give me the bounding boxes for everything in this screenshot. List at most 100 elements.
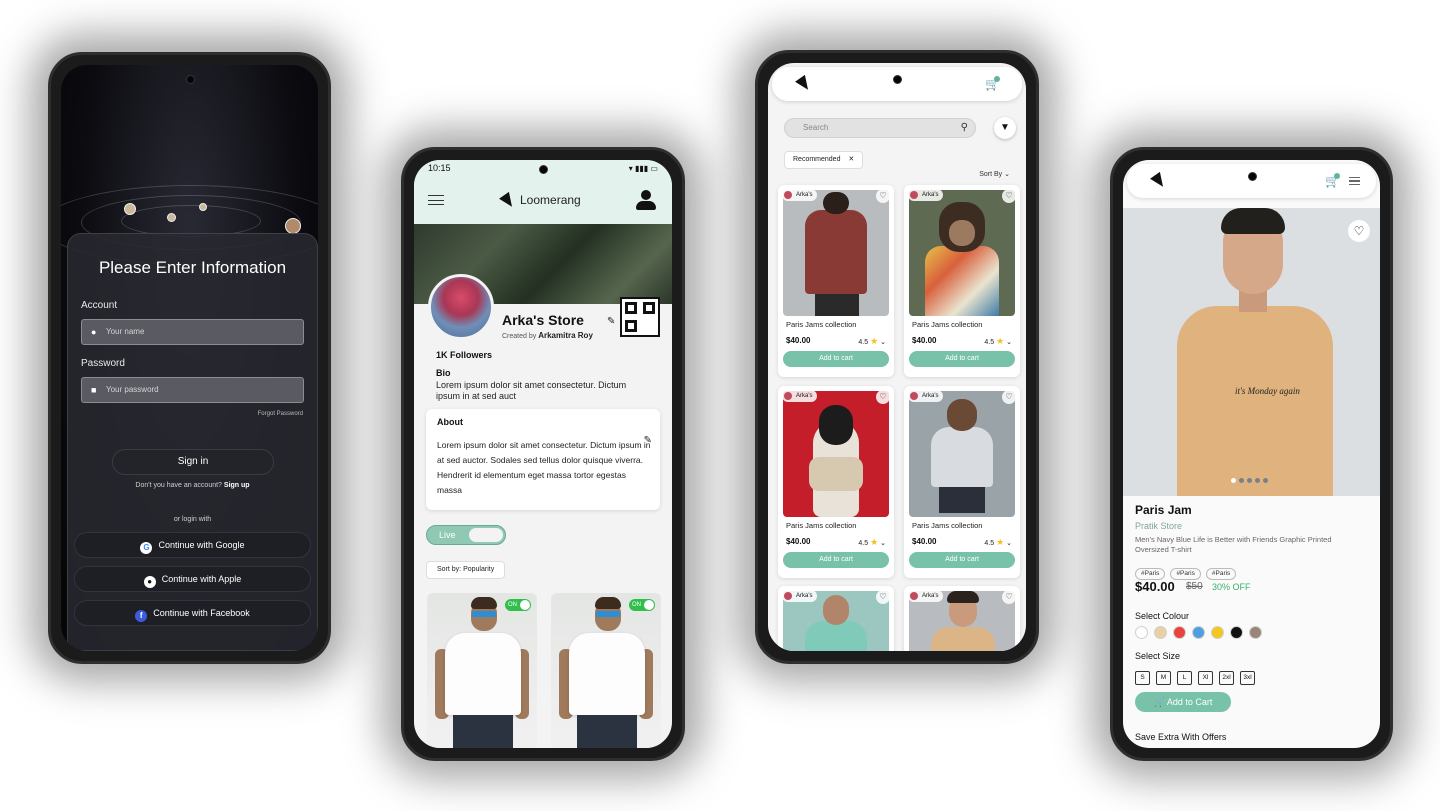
- hamburger-menu-icon[interactable]: [428, 195, 444, 205]
- product-card[interactable]: ON: [427, 593, 537, 748]
- colour-swatch[interactable]: [1211, 626, 1224, 639]
- loomerang-logo-icon: [795, 74, 813, 94]
- search-input[interactable]: Search ⚲: [784, 118, 976, 138]
- product-rating: 4.5 ★ ⌄: [858, 537, 886, 548]
- heart-icon[interactable]: ♡: [1002, 590, 1016, 604]
- carousel-dot[interactable]: [1231, 478, 1236, 483]
- product-title: Paris Jams collection: [786, 320, 857, 329]
- white-tshirt: [569, 633, 645, 715]
- heart-icon[interactable]: ♡: [1002, 390, 1016, 404]
- model-hair: [1221, 208, 1285, 234]
- star-icon: ★: [870, 336, 879, 346]
- add-to-cart-button[interactable]: Add to cart: [909, 552, 1015, 568]
- carousel-dot[interactable]: [1255, 478, 1260, 483]
- facebook-login-button[interactable]: f Continue with Facebook: [74, 600, 311, 626]
- carousel-dots[interactable]: [1231, 470, 1271, 488]
- product-price: $40.00: [1135, 579, 1175, 594]
- filter-icon[interactable]: ▼: [994, 117, 1016, 139]
- product-card[interactable]: Arka's ♡ Paris Jams collection $40.00 4.…: [904, 386, 1020, 578]
- password-input[interactable]: ■ Your password: [81, 377, 304, 403]
- chevron-down-icon[interactable]: ⌄: [1006, 339, 1012, 346]
- product-detail-screen: 🛒 it's Monday again ♡ Paris Jam Pratik S…: [1123, 160, 1380, 748]
- colour-swatch[interactable]: [1249, 626, 1262, 639]
- add-to-cart-button[interactable]: 🛒 Add to Cart: [1135, 692, 1231, 712]
- add-to-cart-button[interactable]: Add to cart: [909, 351, 1015, 367]
- sort-by-label: Sort By: [979, 171, 1003, 178]
- size-option[interactable]: 3xl: [1240, 671, 1255, 685]
- qr-code-icon[interactable]: [620, 297, 660, 337]
- product-description: Men's Navy Blue Life is Better with Frie…: [1135, 535, 1332, 554]
- chevron-down-icon[interactable]: ⌄: [1006, 540, 1012, 547]
- size-option[interactable]: L: [1177, 671, 1192, 685]
- search-icon[interactable]: ⚲: [961, 119, 968, 137]
- apple-login-button[interactable]: ● Continue with Apple: [74, 566, 311, 592]
- product-card[interactable]: Arka's ♡ Paris Jams collection $40.00 4.…: [778, 185, 894, 377]
- hashtag-chip[interactable]: #Paris: [1170, 568, 1201, 580]
- phone-product-detail: 🛒 it's Monday again ♡ Paris Jam Pratik S…: [1110, 147, 1393, 761]
- size-option[interactable]: Xl: [1198, 671, 1213, 685]
- product-card[interactable]: Arka's ♡ Paris Jams collection $40.00 4.…: [904, 185, 1020, 377]
- colour-swatch[interactable]: [1192, 626, 1205, 639]
- sign-in-button[interactable]: Sign in: [112, 449, 274, 475]
- colour-swatch[interactable]: [1173, 626, 1186, 639]
- chevron-down-icon[interactable]: ⌄: [880, 339, 886, 346]
- size-option[interactable]: S: [1135, 671, 1150, 685]
- heart-icon[interactable]: ♡: [1348, 220, 1370, 242]
- apple-icon: ●: [143, 576, 156, 588]
- on-toggle[interactable]: ON: [505, 599, 531, 611]
- hashtag-chip[interactable]: #Paris: [1205, 568, 1237, 580]
- camera-dot: [539, 165, 548, 174]
- heart-icon[interactable]: ♡: [876, 189, 890, 203]
- status-time: 10:15: [428, 163, 451, 173]
- bio-text: Lorem ipsum dolor sit amet consectetur. …: [436, 380, 627, 401]
- heart-icon[interactable]: ♡: [876, 590, 890, 604]
- store-tag: Arka's: [908, 189, 944, 201]
- carousel-dot[interactable]: [1239, 478, 1244, 483]
- toggle-knob: [469, 528, 503, 542]
- model-jeans: [577, 715, 637, 748]
- size-option[interactable]: M: [1156, 671, 1171, 685]
- edit-pencil-icon[interactable]: ✎: [607, 316, 615, 327]
- product-card[interactable]: Arka's ♡: [778, 586, 894, 651]
- product-card[interactable]: Arka's ♡: [904, 586, 1020, 651]
- login-screen: Please Enter Information Account ● Your …: [61, 65, 318, 651]
- on-toggle[interactable]: ON: [629, 599, 655, 611]
- store-tag: Arka's: [782, 390, 818, 402]
- google-login-button[interactable]: G Continue with Google: [74, 532, 311, 558]
- rating-value: 4.5: [858, 339, 869, 346]
- login-title: Please Enter Information: [98, 258, 287, 277]
- product-card[interactable]: Arka's ♡ Paris Jams collection $40.00 4.…: [778, 386, 894, 578]
- name-input[interactable]: ● Your name: [81, 319, 304, 345]
- live-toggle[interactable]: Live: [426, 525, 506, 545]
- add-to-cart-button[interactable]: Add to cart: [783, 351, 889, 367]
- chevron-down-icon[interactable]: ⌄: [880, 540, 886, 547]
- recommended-chip[interactable]: Recommended ✕: [784, 151, 864, 169]
- phone-login: Please Enter Information Account ● Your …: [48, 52, 331, 664]
- colour-swatch[interactable]: [1230, 626, 1243, 639]
- top-bar: 🛒: [1127, 164, 1376, 198]
- forgot-password-link[interactable]: Forgot Password: [258, 411, 303, 417]
- planet-avatar: [124, 203, 136, 215]
- about-heading: About: [437, 417, 463, 427]
- add-to-cart-button[interactable]: Add to cart: [783, 552, 889, 568]
- menu-icon[interactable]: [1349, 177, 1360, 185]
- sort-dropdown[interactable]: Sort by: Popularity: [426, 561, 506, 579]
- user-profile-icon[interactable]: [636, 190, 656, 210]
- facebook-label: Continue with Facebook: [153, 608, 250, 618]
- close-icon[interactable]: ✕: [848, 156, 854, 163]
- product-store[interactable]: Pratik Store: [1135, 521, 1182, 531]
- carousel-dot[interactable]: [1247, 478, 1252, 483]
- sign-up-link[interactable]: Sign up: [224, 482, 250, 489]
- colour-swatch[interactable]: [1135, 626, 1148, 639]
- search-placeholder: Search: [803, 123, 829, 132]
- heart-icon[interactable]: ♡: [876, 390, 890, 404]
- store-tag: Arka's: [782, 189, 818, 201]
- carousel-dot[interactable]: [1263, 478, 1268, 483]
- sort-by-dropdown[interactable]: Sort By ⌄: [979, 170, 1010, 178]
- size-option[interactable]: 2xl: [1219, 671, 1234, 685]
- heart-icon[interactable]: ♡: [1002, 189, 1016, 203]
- google-label: Continue with Google: [158, 540, 245, 550]
- colour-swatch[interactable]: [1154, 626, 1167, 639]
- product-card[interactable]: ON: [551, 593, 661, 748]
- product-image: [909, 190, 1015, 316]
